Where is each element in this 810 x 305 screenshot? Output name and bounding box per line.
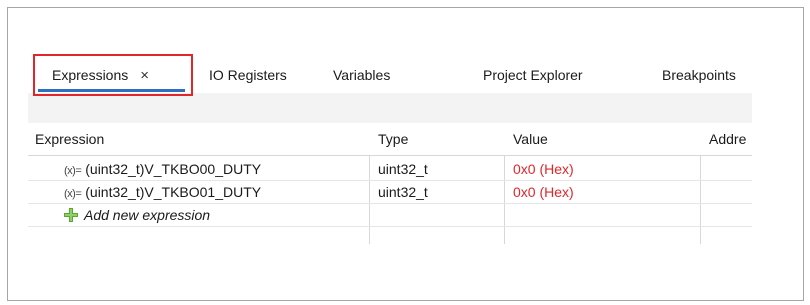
column-header-address[interactable]: Addre: [709, 123, 746, 155]
table-row[interactable]: (x)= (uint32_t)V_TKBO01_DUTY uint32_t 0x0…: [28, 181, 752, 203]
tab-io-registers-label: IO Registers: [209, 67, 287, 83]
column-header-value[interactable]: Value: [513, 123, 548, 155]
add-expression-row[interactable]: Add new expression: [28, 204, 752, 226]
expressions-table: Expression Type Value Addre (x)= (uint32_…: [28, 123, 752, 244]
tab-variables[interactable]: Variables: [333, 57, 390, 93]
tab-breakpoints[interactable]: Breakpoints: [662, 57, 736, 93]
expression-text: (uint32_t)V_TKBO01_DUTY: [85, 184, 262, 200]
tab-expressions[interactable]: Expressions ×: [52, 57, 149, 93]
tab-project-explorer-label: Project Explorer: [483, 67, 583, 83]
add-new-expression-label: Add new expression: [84, 207, 211, 223]
column-header-type[interactable]: Type: [378, 123, 408, 155]
panel-toolbar-strip: [28, 93, 752, 123]
tab-project-explorer[interactable]: Project Explorer: [483, 57, 583, 93]
variable-expression-icon: (x)=: [64, 188, 82, 200]
table-header: Expression Type Value Addre: [28, 123, 752, 156]
value-cell[interactable]: 0x0 (Hex): [513, 158, 574, 180]
row-divider: [28, 226, 752, 227]
type-cell: uint32_t: [378, 184, 428, 200]
table-row[interactable]: (x)= (uint32_t)V_TKBO00_DUTY uint32_t 0x0…: [28, 158, 752, 180]
column-header-expression[interactable]: Expression: [35, 123, 104, 155]
value-cell[interactable]: 0x0 (Hex): [513, 181, 574, 203]
active-tab-indicator: [38, 89, 185, 92]
tab-variables-label: Variables: [333, 67, 391, 83]
tab-breakpoints-label: Breakpoints: [662, 67, 736, 83]
expression-cell: (x)= (uint32_t)V_TKBO01_DUTY: [64, 181, 261, 203]
type-cell: uint32_t: [378, 161, 428, 177]
add-expression-cell[interactable]: Add new expression: [64, 204, 210, 226]
expression-cell: (x)= (uint32_t)V_TKBO00_DUTY: [64, 158, 261, 180]
tab-bar: Expressions × IO Registers Variables Proj…: [28, 57, 752, 93]
variable-expression-icon: (x)=: [64, 165, 82, 177]
expression-text: (uint32_t)V_TKBO00_DUTY: [85, 161, 262, 177]
tab-expressions-label: Expressions: [52, 67, 129, 83]
green-plus-icon: [64, 206, 78, 222]
tab-io-registers[interactable]: IO Registers: [209, 57, 287, 93]
expressions-panel: Expressions × IO Registers Variables Proj…: [28, 57, 752, 244]
